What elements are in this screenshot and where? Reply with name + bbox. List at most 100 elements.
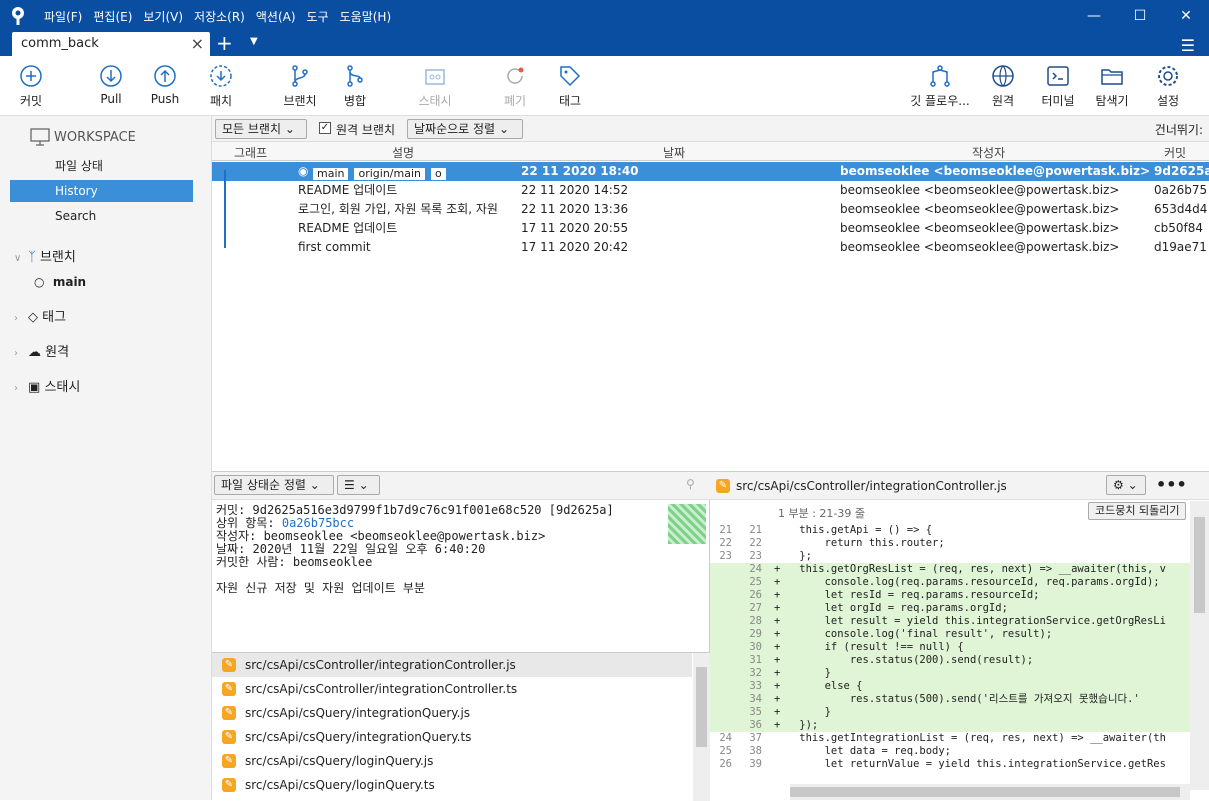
- maximize-icon[interactable]: ☐: [1117, 0, 1163, 32]
- changed-file-item[interactable]: ✎ src/csApi/csQuery/integrationQuery.ts: [212, 725, 692, 749]
- file-sort-dropdown[interactable]: 파일 상태순 정렬 ⌄: [214, 475, 334, 495]
- gear-icon: [1158, 66, 1178, 86]
- changed-file-item[interactable]: ✎ src/csApi/csController/integrationContr…: [212, 677, 692, 701]
- branch-button[interactable]: 브랜치: [280, 64, 320, 109]
- menu-item[interactable]: 보기(V): [143, 8, 183, 25]
- commit-button[interactable]: 커밋: [16, 64, 46, 109]
- commit-date: 22 11 2020 18:40: [521, 164, 639, 178]
- patch-icon: [210, 65, 232, 87]
- branch-label[interactable]: main: [312, 167, 350, 181]
- minimize-icon[interactable]: —: [1071, 0, 1117, 32]
- commit-row[interactable]: README 업데이트 17 11 2020 20:55 beomseoklee <…: [212, 219, 1209, 238]
- changed-file-item[interactable]: ✎ src/csApi/csController/integrationContr…: [212, 653, 692, 677]
- commit-row[interactable]: ◉ main origin/main o 22 11 2020 18:40 beomseo…: [212, 162, 1209, 181]
- code-text: };: [774, 550, 812, 562]
- sidebar-item-search[interactable]: Search: [10, 205, 193, 227]
- branch-filter-dropdown[interactable]: 모든 브랜치 ⌄: [215, 119, 307, 139]
- parent-link[interactable]: 0a26b75bcc: [282, 516, 354, 530]
- settings-button[interactable]: 설정: [1153, 64, 1183, 109]
- sidebar-item-file-status[interactable]: 파일 상태: [10, 155, 193, 177]
- search-icon[interactable]: ⚲: [686, 477, 695, 491]
- diff-line-added: 31 + res.status(200).send(result);: [710, 654, 1190, 667]
- chevron-down-icon: ⌄: [1127, 478, 1138, 492]
- sidebar-section-stashes[interactable]: › ▣ 스태시: [14, 376, 80, 395]
- menu-item[interactable]: 도구: [307, 8, 329, 25]
- remote-button[interactable]: 원격: [988, 64, 1018, 109]
- menu-item[interactable]: 저장소(R): [194, 8, 245, 25]
- new-line-number: 27: [749, 602, 762, 614]
- commit-date: 22 11 2020 14:52: [521, 183, 629, 197]
- commit-date: 22 11 2020 13:36: [521, 202, 629, 216]
- modified-file-icon: ✎: [222, 754, 236, 768]
- more-options-icon[interactable]: •••: [1156, 475, 1187, 494]
- menu-item[interactable]: 편집(E): [93, 8, 132, 25]
- push-label: Push: [150, 92, 180, 106]
- sidebar-item-history[interactable]: History: [10, 180, 193, 202]
- commit-row[interactable]: 로그인, 회원 가입, 자원 목록 조회, 자원 22 11 2020 13:36…: [212, 200, 1209, 219]
- branch-label[interactable]: o: [430, 167, 447, 181]
- modified-file-icon: ✎: [222, 730, 236, 744]
- sidebar-item-branch-main[interactable]: ○ main: [34, 275, 86, 289]
- diff-line-added: 34 + res.status(500).send('리스트를 가져오지 못했습니…: [710, 693, 1190, 706]
- diff-line-added: 25 + console.log(req.params.resourceId, r…: [710, 576, 1190, 589]
- sidebar-section-remotes[interactable]: › ☁ 원격: [14, 341, 69, 360]
- tab-dropdown-icon[interactable]: ▼: [250, 36, 258, 47]
- commit-message: 자원 신규 저장 및 자원 업데이트 부분: [216, 581, 425, 595]
- gitflow-button[interactable]: 깃 플로우...: [906, 64, 974, 109]
- sidebar-section-tags[interactable]: › ◇ 태그: [14, 306, 66, 325]
- tab-close-icon[interactable]: ×: [191, 34, 204, 53]
- chevron-right-icon: ›: [14, 348, 18, 359]
- diff-line-context: 23 23 };: [710, 550, 1190, 563]
- stash-label: 스태시: [418, 94, 452, 108]
- menu-item[interactable]: 도움말(H): [340, 8, 392, 25]
- scrollbar-thumb[interactable]: [1194, 517, 1205, 613]
- changed-file-item[interactable]: ✎ src/csApi/csQuery/loginQuery.js: [212, 749, 692, 773]
- hamburger-menu-icon[interactable]: ☰: [1181, 36, 1195, 55]
- diff-line-added: 30 + if (result !== null) {: [710, 641, 1190, 654]
- explorer-button[interactable]: 탐색기: [1094, 64, 1130, 109]
- sidebar-section-branches[interactable]: ∨ ᛉ 브랜치: [14, 246, 76, 265]
- new-tab-icon[interactable]: +: [216, 32, 233, 54]
- diff-hscrollbar[interactable]: [790, 784, 1190, 800]
- terminal-button[interactable]: 터미널: [1040, 64, 1076, 109]
- commit-row[interactable]: README 업데이트 22 11 2020 14:52 beomseoklee <…: [212, 181, 1209, 200]
- remote-branches-checkbox[interactable]: ✓: [319, 122, 331, 134]
- new-line-number: 22: [749, 537, 762, 549]
- patch-button[interactable]: 패치: [206, 64, 236, 109]
- menu-item[interactable]: 액션(A): [256, 8, 296, 25]
- old-line-number: 23: [719, 550, 732, 562]
- branch-label[interactable]: origin/main: [353, 167, 426, 181]
- tag-button[interactable]: 태그: [555, 64, 585, 109]
- modified-file-icon: ✎: [222, 706, 236, 720]
- code-text: + if (result !== null) {: [774, 641, 964, 653]
- push-button[interactable]: Push: [150, 64, 180, 106]
- repo-tab[interactable]: comm_back ×: [12, 32, 210, 56]
- scrollbar-thumb[interactable]: [696, 667, 707, 747]
- discard-button[interactable]: 폐기: [500, 64, 530, 109]
- file-path: src/csApi/csController/integrationContro…: [245, 658, 516, 672]
- scrollbar-thumb[interactable]: [790, 787, 1180, 797]
- view-mode-dropdown[interactable]: ☰ ⌄: [337, 475, 380, 495]
- col-commit[interactable]: 커밋: [1164, 144, 1186, 161]
- commit-hash: cb50f84: [1154, 221, 1203, 235]
- diff-settings-dropdown[interactable]: ⚙ ⌄: [1106, 475, 1146, 495]
- col-graph[interactable]: 그래프: [234, 144, 267, 161]
- menu-item[interactable]: 파일(F): [44, 8, 82, 25]
- stash-button[interactable]: 스태시: [415, 64, 455, 109]
- revert-hunk-button[interactable]: 코드뭉치 되돌리기: [1088, 502, 1187, 520]
- commit-row[interactable]: first commit 17 11 2020 20:42 beomseoklee …: [212, 238, 1209, 257]
- col-author[interactable]: 작성자: [972, 144, 1005, 161]
- diff-scrollbar[interactable]: [1190, 501, 1209, 790]
- diff-line-added: 24 + this.getOrgResList = (req, res, next…: [710, 563, 1190, 576]
- files-scrollbar[interactable]: [693, 653, 710, 801]
- code-text: + else {: [774, 680, 863, 692]
- merge-button[interactable]: 병합: [340, 64, 370, 109]
- changed-file-item[interactable]: ✎ src/csApi/csQuery/integrationQuery.js: [212, 701, 692, 725]
- sort-dropdown[interactable]: 날짜순으로 정렬 ⌄: [407, 119, 523, 139]
- pull-button[interactable]: Pull: [96, 64, 126, 106]
- file-path: src/csApi/csQuery/integrationQuery.js: [245, 706, 471, 720]
- changed-file-item[interactable]: ✎ src/csApi/csQuery/loginQuery.ts: [212, 773, 692, 797]
- col-date[interactable]: 날짜: [663, 144, 685, 161]
- col-desc[interactable]: 설명: [392, 144, 414, 161]
- close-icon[interactable]: ✕: [1163, 0, 1209, 32]
